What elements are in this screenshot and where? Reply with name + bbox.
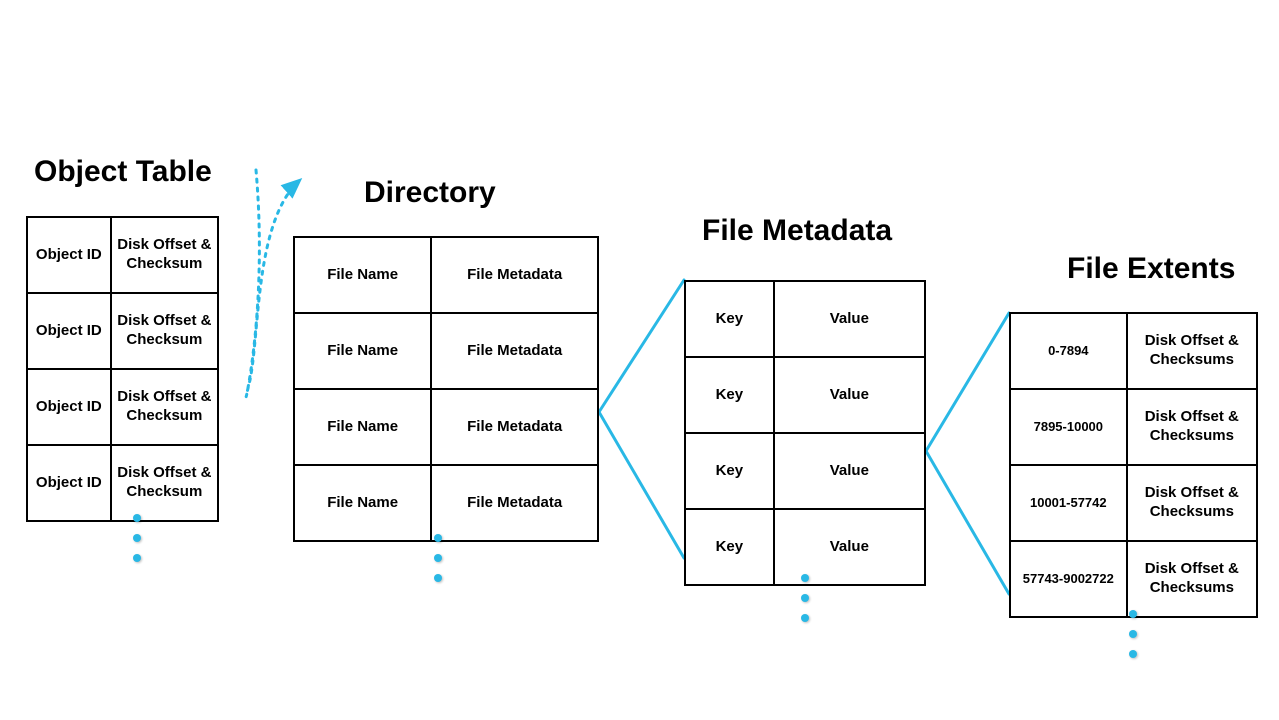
cell-file-name: File Name: [294, 389, 431, 465]
object-table: Object ID Disk Offset & Checksum Object …: [26, 216, 219, 522]
cell-disk-offset-checksums: Disk Offset & Checksums: [1127, 313, 1257, 389]
cell-value: Value: [774, 433, 925, 509]
cell-file-name: File Name: [294, 465, 431, 541]
line-directory-to-metadata-top: [599, 280, 684, 412]
object-table-ellipsis: [133, 514, 141, 562]
file-metadata-ellipsis: [801, 574, 809, 622]
cell-file-name: File Name: [294, 313, 431, 389]
line-metadata-to-extents-top: [926, 313, 1009, 451]
table-row: 0-7894 Disk Offset & Checksums: [1010, 313, 1257, 389]
cell-range: 7895-10000: [1010, 389, 1127, 465]
cell-disk-offset-checksum: Disk Offset & Checksum: [111, 217, 218, 293]
dot-icon: [801, 594, 809, 602]
table-row: 10001-57742 Disk Offset & Checksums: [1010, 465, 1257, 541]
cell-object-id: Object ID: [27, 369, 111, 445]
dot-icon: [801, 574, 809, 582]
file-metadata-title: File Metadata: [702, 214, 892, 248]
cell-key: Key: [685, 433, 774, 509]
cell-file-name: File Name: [294, 237, 431, 313]
dot-icon: [434, 534, 442, 542]
dot-icon: [1129, 650, 1137, 658]
table-row: Object ID Disk Offset & Checksum: [27, 445, 218, 521]
dot-icon: [801, 614, 809, 622]
file-metadata-table: Key Value Key Value Key Value Key Value: [684, 280, 926, 586]
cell-disk-offset-checksums: Disk Offset & Checksums: [1127, 541, 1257, 617]
cell-file-metadata: File Metadata: [431, 389, 598, 465]
cell-object-id: Object ID: [27, 293, 111, 369]
cell-disk-offset-checksums: Disk Offset & Checksums: [1127, 389, 1257, 465]
cell-range: 10001-57742: [1010, 465, 1127, 541]
cell-range: 0-7894: [1010, 313, 1127, 389]
directory-ellipsis: [434, 534, 442, 582]
cell-file-metadata: File Metadata: [431, 465, 598, 541]
table-row: File Name File Metadata: [294, 237, 598, 313]
cell-value: Value: [774, 281, 925, 357]
cell-key: Key: [685, 281, 774, 357]
line-metadata-to-extents-bottom: [926, 451, 1009, 594]
directory-table: File Name File Metadata File Name File M…: [293, 236, 599, 542]
cell-key: Key: [685, 357, 774, 433]
cell-disk-offset-checksum: Disk Offset & Checksum: [111, 445, 218, 521]
cell-key: Key: [685, 509, 774, 585]
cell-object-id: Object ID: [27, 445, 111, 521]
table-row: 7895-10000 Disk Offset & Checksums: [1010, 389, 1257, 465]
file-extents-table: 0-7894 Disk Offset & Checksums 7895-1000…: [1009, 312, 1258, 618]
file-extents-ellipsis: [1129, 610, 1137, 658]
table-row: Key Value: [685, 281, 925, 357]
file-extents-title: File Extents: [1067, 252, 1235, 286]
table-row: File Name File Metadata: [294, 465, 598, 541]
dot-icon: [434, 574, 442, 582]
dot-icon: [133, 554, 141, 562]
table-row: Object ID Disk Offset & Checksum: [27, 217, 218, 293]
dot-icon: [133, 514, 141, 522]
cell-value: Value: [774, 509, 925, 585]
cell-object-id: Object ID: [27, 217, 111, 293]
table-row: Key Value: [685, 433, 925, 509]
table-row: Object ID Disk Offset & Checksum: [27, 369, 218, 445]
dot-icon: [1129, 630, 1137, 638]
table-row: File Name File Metadata: [294, 313, 598, 389]
directory-title: Directory: [364, 176, 496, 210]
table-row: 57743-9002722 Disk Offset & Checksums: [1010, 541, 1257, 617]
dot-icon: [133, 534, 141, 542]
arrow-object-to-directory: [246, 170, 300, 397]
line-directory-to-metadata-bottom: [599, 412, 684, 558]
cell-disk-offset-checksum: Disk Offset & Checksum: [111, 369, 218, 445]
dot-icon: [1129, 610, 1137, 618]
table-row: Object ID Disk Offset & Checksum: [27, 293, 218, 369]
table-row: File Name File Metadata: [294, 389, 598, 465]
cell-file-metadata: File Metadata: [431, 313, 598, 389]
cell-value: Value: [774, 357, 925, 433]
cell-range: 57743-9002722: [1010, 541, 1127, 617]
cell-disk-offset-checksums: Disk Offset & Checksums: [1127, 465, 1257, 541]
cell-disk-offset-checksum: Disk Offset & Checksum: [111, 293, 218, 369]
object-table-title: Object Table: [34, 155, 212, 189]
table-row: Key Value: [685, 357, 925, 433]
dot-icon: [434, 554, 442, 562]
cell-file-metadata: File Metadata: [431, 237, 598, 313]
